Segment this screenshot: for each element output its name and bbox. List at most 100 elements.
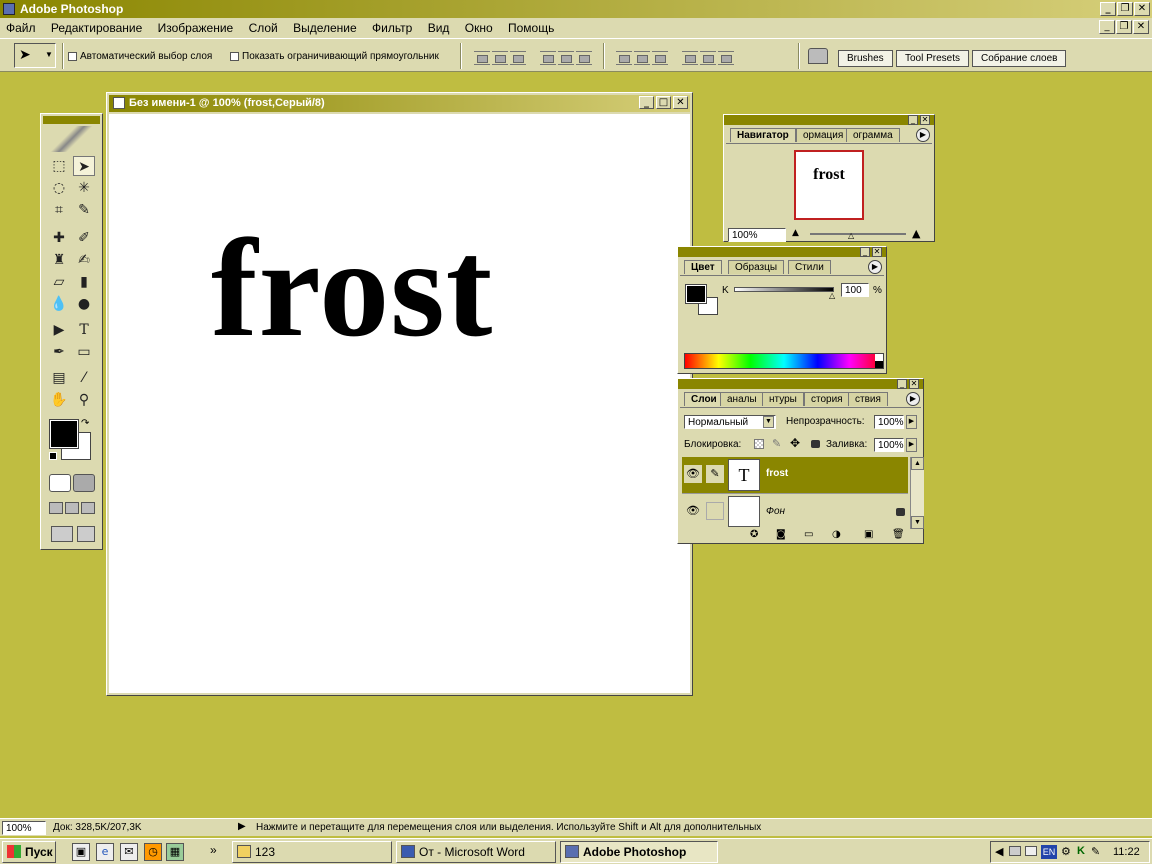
start-button[interactable]: Пуск	[2, 841, 56, 863]
distribute-vcenter-icon[interactable]	[634, 51, 650, 65]
color-panel-title[interactable]: _ ✕	[678, 247, 886, 257]
file-browser-icon[interactable]	[808, 48, 828, 64]
opacity-field[interactable]: 100%	[874, 415, 904, 429]
standard-mode-button[interactable]	[49, 474, 71, 492]
healing-brush-tool-icon[interactable]: ✚	[48, 228, 70, 248]
layers-minimize-button[interactable]: _	[897, 379, 907, 389]
navigator-preview[interactable]: frost	[794, 150, 864, 220]
well-tab-layer-comps[interactable]: Собрание слоев	[972, 50, 1067, 67]
show-bounds-checkbox[interactable]: Показать ограничивающий прямоугольник	[230, 51, 439, 62]
menu-filter[interactable]: Фильтр	[372, 21, 412, 35]
jump-to-imageready-icon[interactable]	[51, 526, 73, 542]
fill-arrow-icon[interactable]: ▶	[906, 438, 917, 452]
brush-tool-icon[interactable]: ✐	[73, 228, 95, 248]
printer-icon[interactable]	[1025, 846, 1037, 856]
status-zoom-field[interactable]: 100%	[2, 821, 46, 835]
k-slider-thumb[interactable]: △	[829, 291, 835, 300]
magic-wand-tool-icon[interactable]: ✳	[73, 178, 95, 198]
auto-select-check-box[interactable]	[68, 51, 77, 61]
link-slot-icon[interactable]	[706, 502, 724, 520]
color-menu-icon[interactable]: ▶	[868, 260, 882, 274]
align-bottom-icon[interactable]	[510, 51, 526, 65]
monitor-icon[interactable]	[1009, 846, 1021, 856]
color-minimize-button[interactable]: _	[860, 247, 870, 257]
chevron-more-icon[interactable]: »	[210, 843, 217, 857]
close-button[interactable]: ✕	[1134, 2, 1150, 16]
tab-paths[interactable]: нтуры	[762, 392, 804, 406]
gradient-tool-icon[interactable]: ▮	[73, 272, 95, 292]
distribute-top-icon[interactable]	[616, 51, 632, 65]
tab-info[interactable]: ормация	[796, 128, 851, 142]
navigator-menu-icon[interactable]: ▶	[916, 128, 930, 142]
app-title-bar[interactable]: Adobe Photoshop _ ❐ ✕	[0, 0, 1152, 18]
well-tab-tool-presets[interactable]: Tool Presets	[896, 50, 970, 67]
screen-mode-standard-icon[interactable]	[49, 502, 63, 514]
menu-layer[interactable]: Слой	[249, 21, 278, 35]
align-right-icon[interactable]	[576, 51, 592, 65]
zoom-tool-icon[interactable]: ⚲	[73, 390, 95, 410]
menu-view[interactable]: Вид	[428, 21, 450, 35]
slice-tool-icon[interactable]: ✎	[73, 200, 95, 220]
brush-link-icon[interactable]: ✎	[706, 465, 724, 483]
minimize-button[interactable]: _	[1100, 2, 1116, 16]
align-left-icon[interactable]	[540, 51, 556, 65]
tray-app-icon[interactable]: ✎	[1091, 845, 1100, 858]
marquee-tool-icon[interactable]: ⬚	[48, 156, 70, 176]
kaspersky-icon[interactable]: K	[1077, 845, 1085, 857]
menu-select[interactable]: Выделение	[293, 21, 357, 35]
history-brush-tool-icon[interactable]: ✍	[73, 250, 95, 270]
outlook-icon[interactable]: ✉	[120, 843, 138, 861]
doc-restore-button[interactable]: ❐	[1116, 20, 1132, 34]
notes-tool-icon[interactable]: ▤	[48, 368, 70, 388]
menu-image[interactable]: Изображение	[158, 21, 234, 35]
volume-icon[interactable]: ◀	[995, 845, 1003, 858]
shape-tool-icon[interactable]: ▭	[73, 342, 95, 362]
status-doc-size[interactable]: Док: 328,5K/207,3K	[53, 822, 142, 833]
zoom-out-icon[interactable]: ▲	[792, 228, 799, 238]
tab-styles[interactable]: Стили	[788, 260, 831, 274]
color-fg-swatch[interactable]	[685, 284, 707, 304]
align-top-icon[interactable]	[474, 51, 490, 65]
distribute-hcenter-icon[interactable]	[700, 51, 716, 65]
add-mask-icon[interactable]: ◙	[776, 529, 786, 540]
task-word[interactable]: От - Microsoft Word	[396, 841, 556, 863]
menu-help[interactable]: Помощь	[508, 21, 554, 35]
eye-icon[interactable]: 👁	[684, 465, 702, 483]
hand-tool-icon[interactable]: ✋	[48, 390, 70, 410]
tab-history[interactable]: стория	[804, 392, 850, 406]
tab-channels[interactable]: аналы	[720, 392, 764, 406]
trash-icon[interactable]: 🗑	[892, 529, 905, 540]
show-desktop-icon[interactable]: ▣	[72, 843, 90, 861]
new-layer-icon[interactable]: ▣	[864, 529, 873, 540]
foreground-color-swatch[interactable]	[49, 419, 79, 449]
language-indicator[interactable]: EN	[1041, 845, 1057, 859]
layer-style-icon[interactable]: ✪	[750, 529, 758, 540]
well-tab-brushes[interactable]: Brushes	[838, 50, 893, 67]
layer-row-frost[interactable]: 👁 ✎ T frost	[682, 457, 908, 493]
tab-swatches[interactable]: Образцы	[728, 260, 785, 274]
adjustment-layer-icon[interactable]: ◑	[832, 529, 841, 540]
lock-transparency-icon[interactable]	[754, 439, 764, 449]
blur-tool-icon[interactable]: 💧	[48, 294, 70, 314]
screen-mode-full-icon[interactable]	[81, 502, 95, 514]
dodge-tool-icon[interactable]: ●	[73, 294, 95, 314]
tab-layers[interactable]: Слои	[684, 392, 724, 406]
menu-file[interactable]: Файл	[6, 21, 36, 35]
swap-colors-icon[interactable]: ↷	[81, 418, 89, 429]
doc-close-button[interactable]: ✕	[1133, 20, 1149, 34]
navigator-minimize-button[interactable]: _	[908, 115, 918, 125]
ie-icon[interactable]: e	[96, 843, 114, 861]
clock[interactable]: 11:22	[1113, 846, 1140, 858]
layers-menu-icon[interactable]: ▶	[906, 392, 920, 406]
default-colors-icon[interactable]	[49, 452, 57, 460]
jump-to-help-icon[interactable]	[77, 526, 95, 542]
menu-window[interactable]: Окно	[465, 21, 493, 35]
show-bounds-check-box[interactable]	[230, 51, 239, 61]
layers-scrollbar[interactable]: ▲ ▼	[910, 457, 924, 529]
tab-navigator[interactable]: Навигатор	[730, 128, 796, 142]
document-title-bar[interactable]: Без имени-1 @ 100% (frost,Серый/8) _ □ ✕	[109, 95, 690, 112]
spectrum-black-chip[interactable]	[875, 361, 883, 368]
clock-app-icon[interactable]: ◷	[144, 843, 162, 861]
blend-mode-select[interactable]: Нормальный ▼	[684, 415, 776, 429]
layers-close-button[interactable]: ✕	[909, 379, 919, 389]
